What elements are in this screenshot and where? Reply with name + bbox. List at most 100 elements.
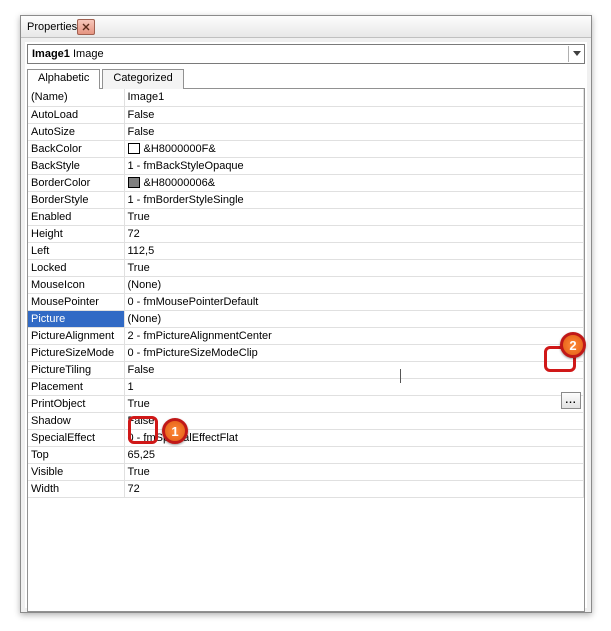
property-value-text: False [128,415,155,427]
property-value[interactable]: 0 - fmMousePointerDefault [124,293,584,310]
property-name[interactable]: Top [28,446,124,463]
property-row[interactable]: Visible True [28,463,584,480]
property-value[interactable]: 72 [124,480,584,497]
property-row[interactable]: MousePointer 0 - fmMousePointerDefault [28,293,584,310]
property-value[interactable]: 0 - fmSpecialEffectFlat [124,429,584,446]
property-value[interactable]: False [124,123,584,140]
property-row[interactable]: (Name)Image1 [28,89,584,106]
chevron-down-icon [573,51,581,57]
property-name[interactable]: Left [28,242,124,259]
property-value[interactable]: True [124,259,584,276]
property-name[interactable]: Placement [28,378,124,395]
property-value[interactable]: (None) [124,276,584,293]
property-value[interactable]: False [124,412,584,429]
property-value[interactable]: 72 [124,225,584,242]
object-selector-label: Image1 Image [28,48,108,60]
property-row[interactable]: AutoSize False [28,123,584,140]
property-name[interactable]: BorderStyle [28,191,124,208]
property-value[interactable]: (None) [124,310,584,327]
color-swatch-icon [128,177,140,188]
property-row[interactable]: Top 65,25 [28,446,584,463]
property-value[interactable]: 1 - fmBackStyleOpaque [124,157,584,174]
property-name[interactable]: Width [28,480,124,497]
property-value-text: True [128,466,150,478]
property-name[interactable]: Visible [28,463,124,480]
property-value[interactable]: &H8000000F& [124,140,584,157]
property-name[interactable]: SpecialEffect [28,429,124,446]
tab-categorized[interactable]: Categorized [102,69,183,89]
property-value[interactable]: False [124,361,584,378]
property-value-text: True [128,211,150,223]
property-value[interactable]: 2 - fmPictureAlignmentCenter [124,327,584,344]
property-name[interactable]: AutoSize [28,123,124,140]
property-row[interactable]: PictureTilingFalse [28,361,584,378]
property-value[interactable]: True [124,395,584,412]
property-row[interactable]: Locked True [28,259,584,276]
property-value[interactable]: Image1 [124,89,584,106]
property-name[interactable]: PictureSizeMode [28,344,124,361]
property-row[interactable]: BackStyle 1 - fmBackStyleOpaque [28,157,584,174]
property-row[interactable]: SpecialEffect0 - fmSpecialEffectFlat [28,429,584,446]
property-name[interactable]: (Name) [28,89,124,106]
object-selector[interactable]: Image1 Image [27,44,585,64]
property-value[interactable]: True [124,463,584,480]
tab-alphabetic[interactable]: Alphabetic [27,69,100,89]
property-value-text: True [128,398,150,410]
property-value-text: 0 - fmPictureSizeModeClip [128,347,258,359]
property-value[interactable]: 112,5 [124,242,584,259]
property-row[interactable]: Shadow False [28,412,584,429]
property-row[interactable]: PictureSizeMode 0 - fmPictureSizeModeClip [28,344,584,361]
property-name[interactable]: MouseIcon [28,276,124,293]
property-row[interactable]: Left 112,5 [28,242,584,259]
close-button[interactable] [77,19,95,35]
property-row[interactable]: MouseIcon(None) [28,276,584,293]
property-value[interactable]: 1 [124,378,584,395]
property-grid[interactable]: (Name)Image1AutoLoadFalseAutoSizeFalseBa… [27,88,585,612]
property-name[interactable]: Enabled [28,208,124,225]
property-value-text: &H8000000F& [144,143,216,155]
property-name[interactable]: AutoLoad [28,106,124,123]
property-name[interactable]: BorderColor [28,174,124,191]
property-value[interactable]: 65,25 [124,446,584,463]
property-name[interactable]: Height [28,225,124,242]
property-value-text: 0 - fmMousePointerDefault [128,296,259,308]
property-row[interactable]: Enabled True [28,208,584,225]
property-value[interactable]: &H80000006& [124,174,584,191]
property-name[interactable]: Picture [28,310,124,327]
object-dropdown-button[interactable] [568,46,584,62]
titlebar[interactable]: Properties [21,16,591,38]
property-row[interactable]: Height72 [28,225,584,242]
property-name[interactable]: Shadow [28,412,124,429]
property-name[interactable]: PictureAlignment [28,327,124,344]
property-value[interactable]: 1 - fmBorderStyleSingle [124,191,584,208]
property-row[interactable]: Placement1 [28,378,584,395]
property-row[interactable]: AutoLoadFalse [28,106,584,123]
property-name[interactable]: Locked [28,259,124,276]
property-row[interactable]: BackColor&H8000000F& [28,140,584,157]
property-value-text: 112,5 [128,245,155,257]
property-value-text: 1 - fmBackStyleOpaque [128,160,244,172]
property-value[interactable]: 0 - fmPictureSizeModeClip [124,344,584,361]
property-row[interactable]: Picture (None) [28,310,584,327]
property-value-text: &H80000006& [144,177,216,189]
property-row[interactable]: PictureAlignment2 - fmPictureAlignmentCe… [28,327,584,344]
property-row[interactable]: Width 72 [28,480,584,497]
property-value[interactable]: False [124,106,584,123]
property-row[interactable]: PrintObject True [28,395,584,412]
property-name[interactable]: PrintObject [28,395,124,412]
property-name[interactable]: BackColor [28,140,124,157]
close-icon [82,23,90,31]
property-row[interactable]: BorderStyle1 - fmBorderStyleSingle [28,191,584,208]
property-name[interactable]: MousePointer [28,293,124,310]
browse-button[interactable]: ... [561,392,581,409]
property-name[interactable]: PictureTiling [28,361,124,378]
property-value-text: True [128,262,150,274]
property-value-text: (None) [128,313,162,325]
property-value-text: 65,25 [128,449,156,461]
property-value-text: False [128,126,155,138]
property-value-text: 72 [128,483,140,495]
property-row[interactable]: BorderColor&H80000006& [28,174,584,191]
properties-window: Properties Image1 Image Alphabetic Categ… [20,15,592,613]
property-name[interactable]: BackStyle [28,157,124,174]
property-value[interactable]: True [124,208,584,225]
